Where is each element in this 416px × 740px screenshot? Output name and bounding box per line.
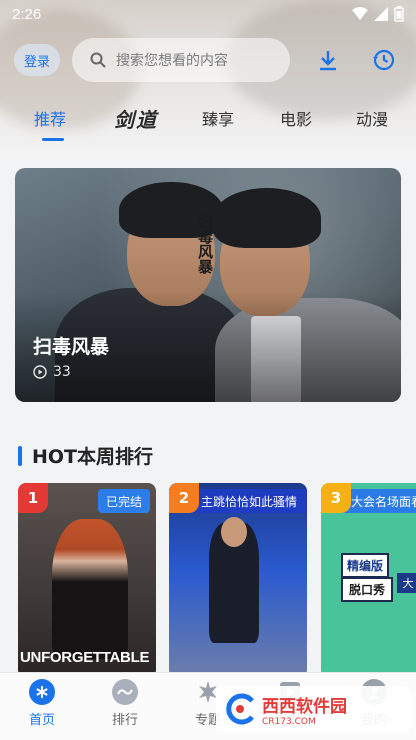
ranking-card-3[interactable]: 大会名场面看 精编版 脱口秀 大 3: [321, 483, 416, 678]
card-badge: 脱口秀: [341, 577, 394, 602]
tab-movie[interactable]: 电影: [280, 106, 312, 130]
site-watermark: 西西软件园 CR173.COM: [216, 686, 412, 732]
header-row: 登录 搜索您想看的内容: [0, 36, 416, 84]
poster-title-art: 扫毒风暴: [196, 214, 214, 274]
status-bar: 2:26: [0, 0, 416, 28]
banner-title: 扫毒风暴: [33, 336, 110, 358]
search-input[interactable]: 搜索您想看的内容: [72, 38, 290, 82]
tab-anime[interactable]: 动漫: [356, 106, 388, 130]
category-tabs: 推荐 臻享 电影 动漫: [0, 100, 416, 141]
nav-ranking[interactable]: 排行: [95, 679, 155, 728]
nav-home[interactable]: 首页: [12, 679, 72, 728]
watermark-subtext: CR173.COM: [262, 716, 316, 727]
search-placeholder: 搜索您想看的内容: [116, 53, 228, 69]
status-icons: [352, 6, 404, 22]
download-icon[interactable]: [316, 48, 340, 72]
login-button[interactable]: 登录: [14, 44, 60, 76]
section-accent-bar: [18, 445, 22, 466]
watermark-text: 西西软件园: [262, 696, 347, 717]
section-title: HOT本周排行: [32, 446, 154, 468]
nav-label: 排行: [111, 713, 138, 728]
section-heading: HOT本周排行: [18, 442, 153, 469]
search-icon: [90, 52, 106, 68]
tab-recommend[interactable]: 推荐: [34, 106, 66, 130]
rank-badge: 3: [321, 483, 351, 513]
wifi-icon: [352, 7, 368, 20]
banner-count-text: 33: [53, 364, 71, 380]
card-poster-text: UNFORGETTABLE: [20, 649, 150, 666]
banner-episode-count: 33: [33, 364, 71, 380]
ranking-card-1[interactable]: UNFORGETTABLE 1 已完结: [18, 483, 156, 678]
featured-banner[interactable]: 扫毒风暴 扫毒风暴 33: [15, 168, 401, 402]
rank-badge: 1: [18, 483, 48, 513]
card-badge: 精编版: [341, 553, 390, 578]
status-time: 2:26: [12, 5, 42, 23]
card-poster-figure: [52, 519, 128, 659]
watermark-logo-icon: [226, 693, 254, 725]
play-circle-icon: [33, 365, 47, 379]
nav-label: 首页: [28, 713, 55, 728]
ranking-card-2[interactable]: 主跳恰恰如此骚情 2: [169, 483, 307, 678]
signal-icon: [374, 7, 388, 21]
rank-badge: 2: [169, 483, 199, 513]
tab-active-indicator: [42, 138, 64, 141]
tab-premium[interactable]: 臻享: [202, 106, 234, 130]
tab-sword-logo[interactable]: 剑道: [114, 104, 158, 133]
home-asterisk-icon: [29, 679, 55, 705]
card-badge: 大: [397, 573, 416, 593]
history-icon[interactable]: [372, 48, 396, 72]
status-badge: 已完结: [97, 489, 150, 513]
ranking-wave-icon: [112, 679, 138, 705]
battery-icon: [394, 6, 404, 22]
